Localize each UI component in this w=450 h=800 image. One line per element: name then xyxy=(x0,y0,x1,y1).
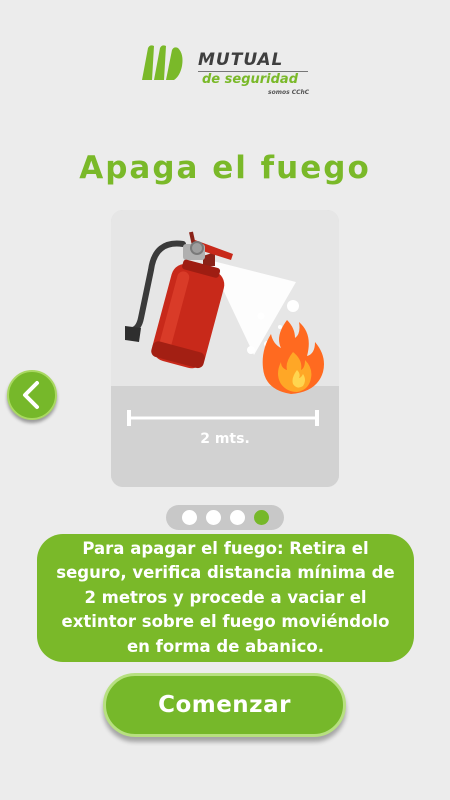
prev-button[interactable] xyxy=(7,370,57,420)
start-button-label: Comenzar xyxy=(158,692,291,718)
carousel-indicator xyxy=(166,505,284,530)
carousel-dot[interactable] xyxy=(229,510,245,525)
carousel-dot[interactable] xyxy=(205,510,221,525)
logo-subtitle: de seguridad xyxy=(202,72,299,87)
distance-label: 2 mts. xyxy=(200,431,250,447)
carousel-dot-active[interactable] xyxy=(253,510,269,525)
carousel-dot[interactable] xyxy=(181,510,197,525)
mutual-logo: MUTUAL de seguridad somos CChC xyxy=(140,40,310,96)
instruction-bubble: Para apagar el fuego: Retira el seguro, … xyxy=(37,534,414,662)
illustration-scene: 2 mts. xyxy=(111,210,339,487)
illustration-card: 2 mts. xyxy=(111,210,339,487)
logo-tagline: somos CChC xyxy=(268,89,310,96)
start-button[interactable]: Comenzar xyxy=(103,673,346,737)
mutual-logo-mark xyxy=(142,45,183,80)
logo-brand: MUTUAL xyxy=(198,50,284,70)
chevron-left-icon xyxy=(23,381,39,409)
page-title: Apaga el fuego xyxy=(79,150,371,186)
instruction-text: Para apagar el fuego: Retira el seguro, … xyxy=(56,538,395,656)
